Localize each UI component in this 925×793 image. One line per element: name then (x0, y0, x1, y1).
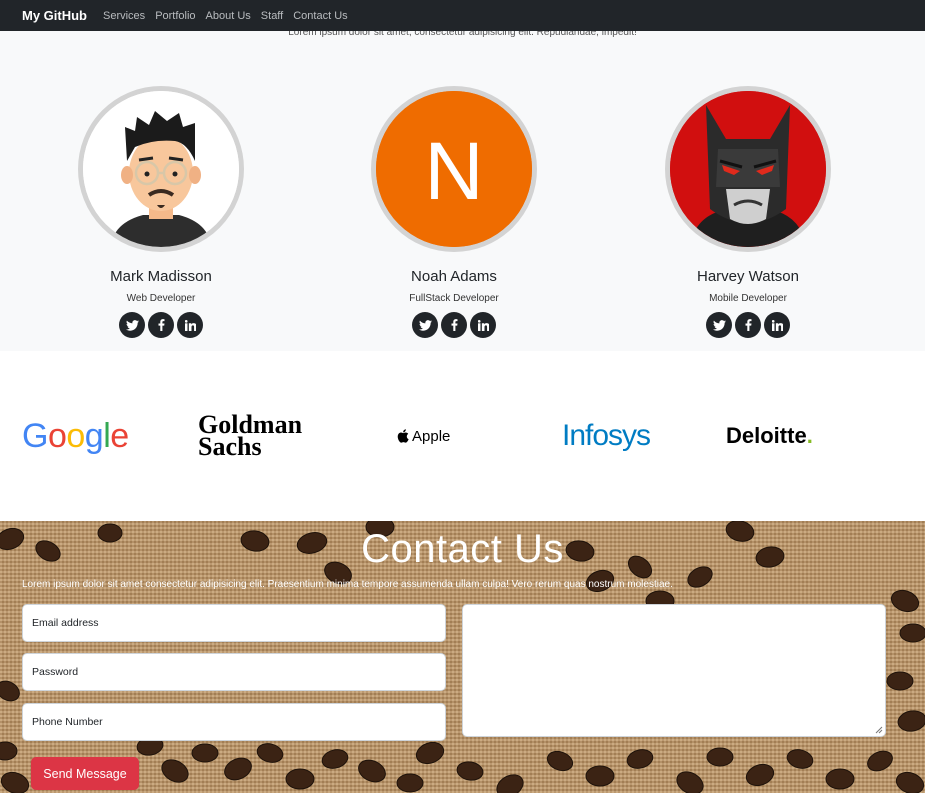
svg-text:N: N (424, 126, 483, 217)
client-logos-section: Google Goldman Sachs Apple Infosys Deloi… (0, 351, 925, 521)
cartoon-man-avatar-icon (83, 91, 239, 247)
letter-n-avatar-icon: N (376, 91, 532, 247)
staff-role: Mobile Developer (709, 293, 787, 304)
deloitte-logo: Deloitte. (726, 423, 813, 448)
staff-name: Harvey Watson (697, 268, 799, 285)
twitter-icon[interactable] (706, 312, 732, 338)
contact-title: Contact Us (361, 527, 564, 571)
phone-field[interactable]: Phone Number (22, 703, 446, 741)
staff-card-harvey: Harvey Watson Mobile Developer (663, 86, 833, 338)
linkedin-icon[interactable] (177, 312, 203, 338)
nav-link-contact[interactable]: Contact Us (293, 10, 347, 22)
facebook-icon[interactable] (148, 312, 174, 338)
batman-avatar-icon (670, 91, 826, 247)
facebook-icon[interactable] (735, 312, 761, 338)
avatar (78, 86, 244, 252)
social-links (76, 312, 246, 338)
staff-section: Lorem ipsum dolor sit amet, consectetur … (0, 27, 925, 351)
avatar (665, 86, 831, 252)
staff-name: Mark Madisson (110, 268, 212, 285)
avatar: N (371, 86, 537, 252)
email-field[interactable]: Email address (22, 604, 446, 642)
google-logo: Google (22, 416, 129, 455)
staff-card-noah: N Noah Adams FullStack Developer (369, 86, 539, 338)
facebook-icon[interactable] (441, 312, 467, 338)
apple-logo: Apple (397, 351, 450, 521)
apple-icon (397, 429, 409, 443)
contact-description: Lorem ipsum dolor sit amet consectetur a… (22, 579, 673, 590)
password-field[interactable]: Password (22, 653, 446, 691)
infosys-logo: Infosys (562, 419, 651, 452)
social-links (663, 312, 833, 338)
nav-link-portfolio[interactable]: Portfolio (155, 10, 195, 22)
twitter-icon[interactable] (412, 312, 438, 338)
message-textarea[interactable] (462, 604, 886, 737)
staff-name: Noah Adams (411, 268, 497, 285)
social-links (369, 312, 539, 338)
linkedin-icon[interactable] (470, 312, 496, 338)
nav-link-about[interactable]: About Us (206, 10, 251, 22)
linkedin-icon[interactable] (764, 312, 790, 338)
navbar: My GitHub Services Portfolio About Us St… (0, 0, 925, 31)
staff-role: FullStack Developer (409, 293, 499, 304)
brand-link[interactable]: My GitHub (22, 8, 87, 23)
staff-card-mark: Mark Madisson Web Developer (76, 86, 246, 338)
send-message-button[interactable]: Send Message (31, 757, 139, 790)
staff-role: Web Developer (126, 293, 196, 304)
twitter-icon[interactable] (119, 312, 145, 338)
nav-link-services[interactable]: Services (103, 10, 145, 22)
contact-section: Contact Us Lorem ipsum dolor sit amet co… (0, 521, 925, 793)
nav-link-staff[interactable]: Staff (261, 10, 283, 22)
resize-handle-icon[interactable] (875, 726, 883, 734)
goldman-sachs-logo: Goldman Sachs (198, 410, 303, 461)
